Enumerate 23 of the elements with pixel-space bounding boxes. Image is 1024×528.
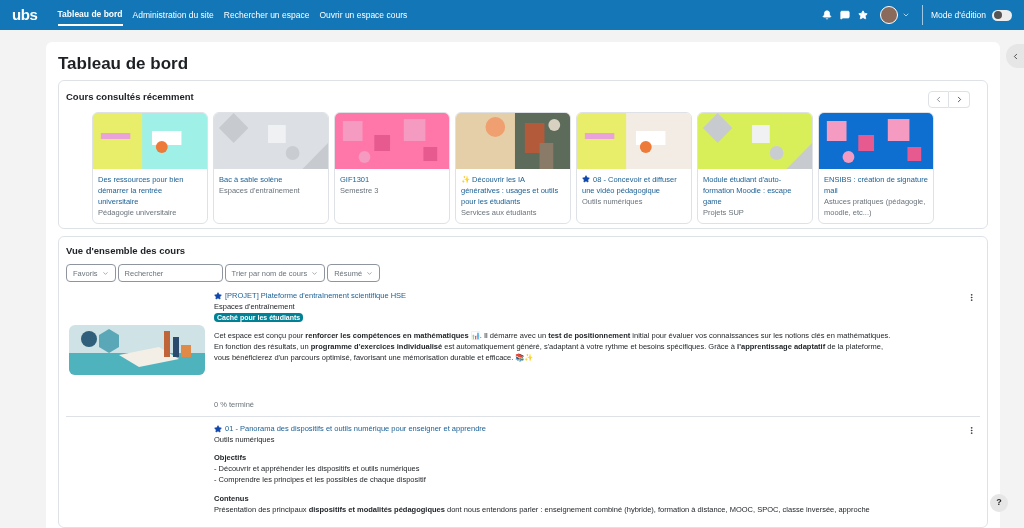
caret-icon[interactable] — [901, 11, 910, 19]
edit-mode-label: Mode d'édition — [930, 8, 986, 22]
caret-icon — [311, 269, 319, 277]
chevron-left-icon — [934, 95, 943, 104]
user-avatar[interactable] — [879, 6, 898, 24]
section-title: Vue d'ensemble des cours — [66, 244, 187, 258]
more-icon[interactable] — [967, 426, 976, 436]
drawer-toggle[interactable] — [1006, 44, 1024, 68]
section-title: Cours consultés récemment — [66, 90, 194, 105]
star-icon[interactable] — [857, 10, 868, 20]
nav-link[interactable]: Tableau de bord — [57, 3, 123, 27]
nav-link[interactable]: Rechercher un espace — [223, 4, 310, 26]
caret-icon — [366, 269, 374, 277]
nav-link[interactable]: Ouvrir un espace cours — [319, 4, 408, 26]
nav-link[interactable]: Administration du site — [132, 4, 214, 26]
page-title: Tableau de bord — [58, 54, 190, 74]
caret-icon — [101, 269, 109, 277]
site-logo[interactable]: ubs — [12, 3, 38, 27]
more-icon[interactable] — [967, 293, 976, 303]
edit-mode-toggle[interactable] — [992, 9, 1012, 21]
help-button[interactable]: ? — [990, 494, 1008, 512]
notification-icon[interactable] — [821, 10, 832, 20]
message-icon[interactable] — [839, 10, 850, 20]
